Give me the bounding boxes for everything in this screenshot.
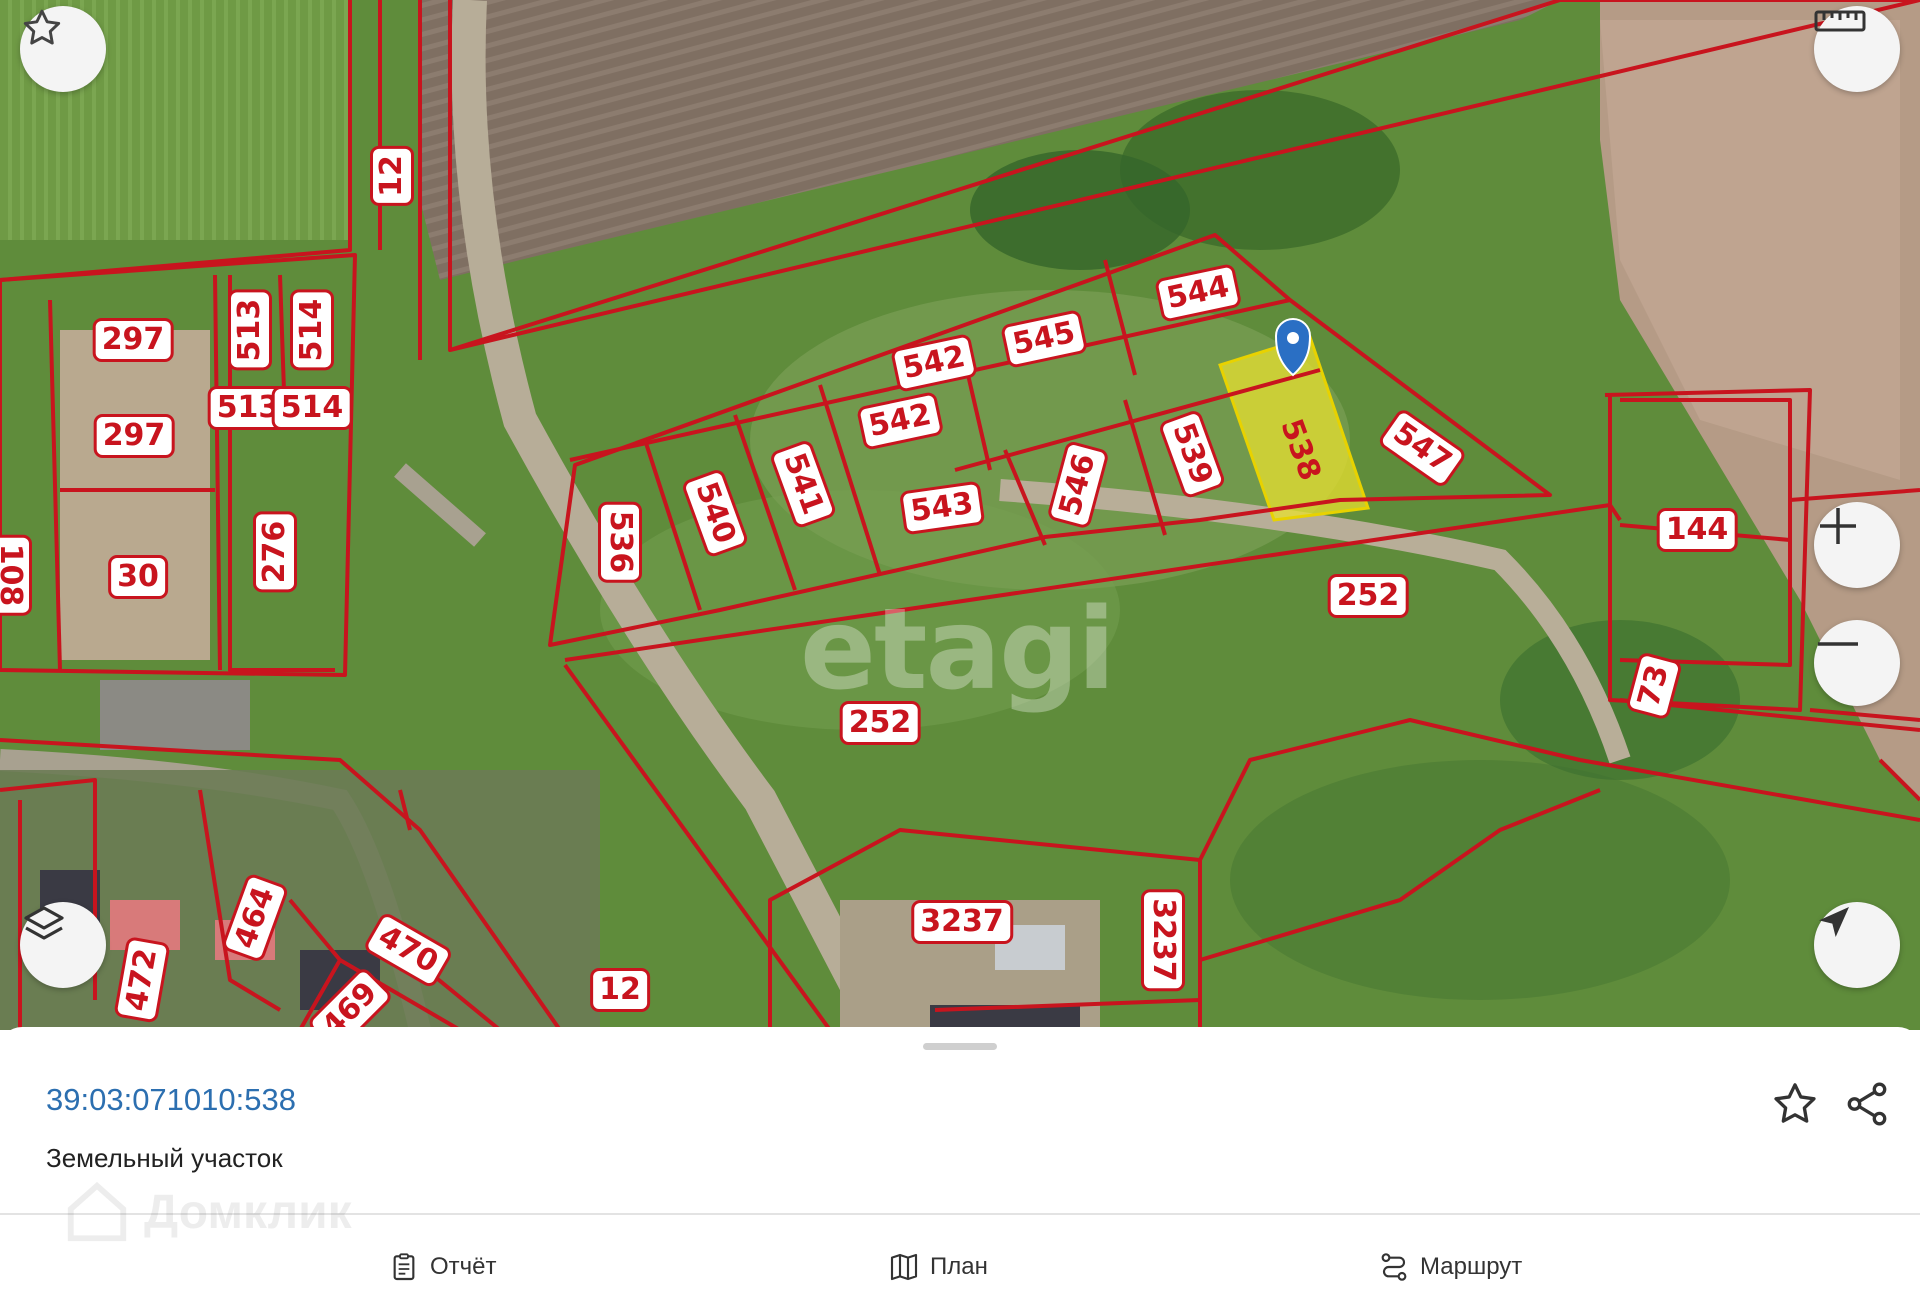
parcel-label[interactable]: 12: [370, 146, 414, 206]
parcel-label[interactable]: 252: [839, 701, 921, 745]
tab-route-label: Маршрут: [1420, 1253, 1523, 1280]
cadastral-number-link[interactable]: 39:03:071010:538: [46, 1082, 296, 1118]
parcel-label[interactable]: 514: [271, 386, 353, 430]
domclick-brand-watermark: Домклик: [62, 1177, 352, 1247]
parcel-label[interactable]: 30: [108, 555, 168, 599]
report-icon: [393, 1253, 415, 1281]
favorite-map-button[interactable]: [20, 6, 106, 92]
ruler-icon: [1814, 10, 1866, 32]
parcel-label[interactable]: 514: [290, 289, 334, 371]
house-logo-icon: [67, 1181, 127, 1242]
parcel-type-label: Земельный участок: [46, 1143, 283, 1173]
tab-report[interactable]: Отчёт: [388, 1245, 497, 1289]
parcel-bottom-sheet[interactable]: 39:03:071010:538 Земельный участок Домкл…: [0, 1027, 1920, 1305]
parcel-label[interactable]: 513: [228, 289, 272, 371]
my-location-button[interactable]: [1814, 902, 1900, 988]
share-button[interactable]: [1842, 1079, 1892, 1129]
sheet-drag-handle[interactable]: [923, 1043, 997, 1050]
parcel-label[interactable]: 144: [1656, 508, 1738, 552]
parcel-label[interactable]: 297: [93, 414, 175, 458]
minus-icon: [1818, 642, 1858, 646]
parcel-label[interactable]: 3237: [1141, 889, 1185, 991]
brand-text: Домклик: [144, 1185, 352, 1239]
layers-icon: [24, 906, 64, 940]
layers-button[interactable]: [20, 902, 106, 988]
share-icon: [1847, 1082, 1887, 1126]
etagi-watermark: etagi: [800, 585, 1116, 715]
zoom-out-button[interactable]: [1814, 620, 1900, 706]
parcel-label[interactable]: 252: [1327, 574, 1409, 618]
parcel-label[interactable]: 276: [253, 511, 297, 593]
tab-plan-label: План: [930, 1253, 988, 1280]
map-icon: [890, 1253, 918, 1281]
star-outline-icon: [1774, 1083, 1816, 1123]
ruler-button[interactable]: [1814, 6, 1900, 92]
parcel-label[interactable]: 297: [92, 318, 174, 362]
zoom-in-button[interactable]: [1814, 502, 1900, 588]
favorite-parcel-button[interactable]: [1770, 1079, 1820, 1129]
tab-report-label: Отчёт: [430, 1253, 497, 1280]
navigation-arrow-icon: [1819, 907, 1849, 937]
plus-icon: [1820, 508, 1856, 544]
parcel-label[interactable]: 536: [598, 501, 642, 583]
parcel-label[interactable]: 3237: [911, 900, 1013, 944]
tab-plan[interactable]: План: [888, 1245, 988, 1289]
tab-route[interactable]: Маршрут: [1378, 1245, 1522, 1289]
star-outline-icon: [23, 9, 61, 45]
parcel-label[interactable]: 108: [0, 534, 32, 616]
route-icon: [1381, 1253, 1407, 1281]
parcel-label[interactable]: 12: [590, 968, 650, 1012]
